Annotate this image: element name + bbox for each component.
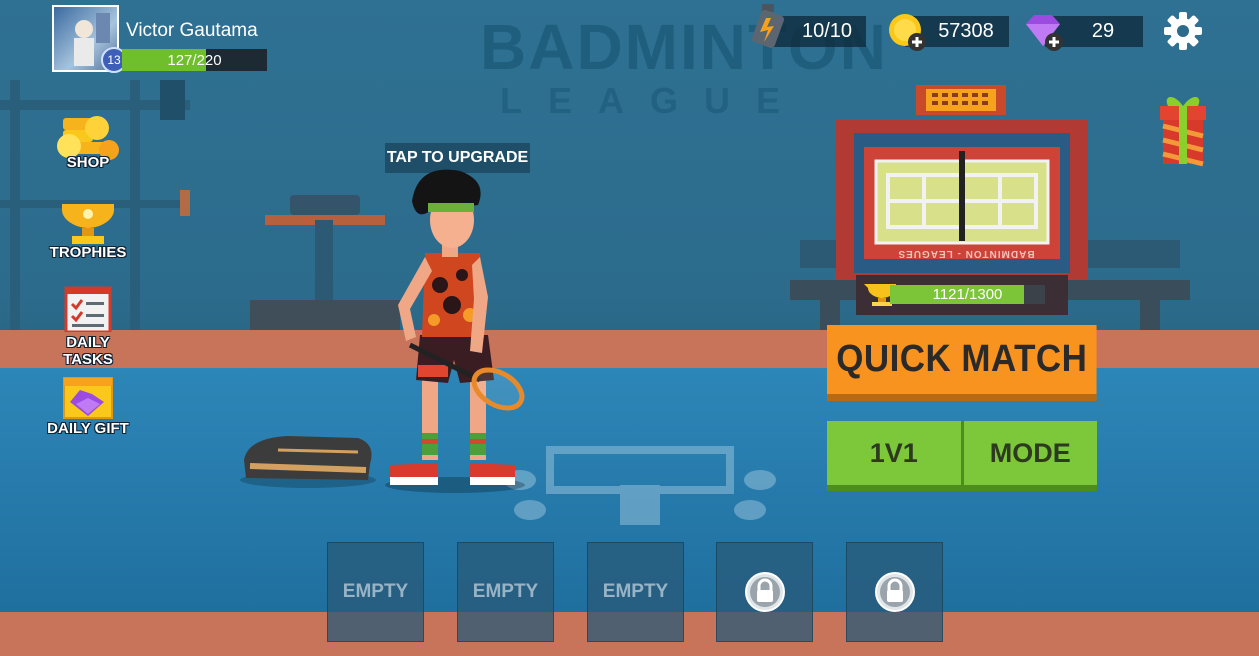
coin-add-icon[interactable] (888, 12, 928, 52)
racket-bag-icon (240, 436, 376, 488)
daily-gift-button[interactable]: DAILY GIFT (46, 372, 130, 437)
league-progress: 1121/1300 (862, 282, 1047, 306)
trophy-icon (62, 204, 114, 244)
item-slot-3[interactable]: EMPTY (587, 542, 684, 642)
settings-gear-icon[interactable] (1162, 10, 1204, 52)
item-slot-5-locked[interactable] (846, 542, 943, 642)
xp-bar: 127/220 (122, 49, 267, 71)
player-name: Victor Gautama (126, 20, 258, 41)
shop-button[interactable]: SHOP (46, 112, 130, 171)
shop-label: SHOP (66, 154, 110, 171)
calendar-gems-icon (63, 377, 113, 419)
daily-tasks-label: DAILY TASKS (63, 334, 113, 368)
trophies-label: TROPHIES (49, 244, 127, 261)
trophies-button[interactable]: TROPHIES (46, 198, 130, 261)
energy-drink-icon (752, 4, 784, 48)
item-slot-4-locked[interactable] (716, 542, 813, 642)
1v1-button[interactable]: 1V1 (827, 421, 961, 491)
slot-label: EMPTY (342, 581, 409, 602)
league-progress-text: 1121/1300 (932, 286, 1003, 303)
item-slot-1[interactable]: EMPTY (327, 542, 424, 642)
gem-value: 29 (1091, 20, 1115, 42)
slot-label: EMPTY (472, 581, 539, 602)
quick-match-button[interactable]: QUICK MATCH (827, 325, 1097, 401)
daily-tasks-button[interactable]: DAILY TASKS (46, 286, 130, 368)
lock-icon (874, 572, 915, 612)
player-character[interactable] (370, 165, 540, 495)
mode-button[interactable]: MODE (960, 421, 1097, 491)
daily-gift-label: DAILY GIFT (47, 420, 129, 437)
league-board-label: BADMINTON - LEAGUES (897, 248, 1035, 259)
gift-box-icon[interactable] (1158, 92, 1208, 170)
gem-add-icon[interactable] (1022, 12, 1066, 52)
background-subtitle: LEAGUE (500, 80, 807, 121)
coin-value: 57308 (938, 20, 994, 42)
slot-label: EMPTY (602, 581, 669, 602)
xp-text: 127/220 (167, 51, 222, 69)
energy-value: 10/10 (801, 20, 853, 42)
item-slot-2[interactable]: EMPTY (457, 542, 554, 642)
checklist-icon (64, 286, 112, 332)
mode-selector[interactable]: 1V1 MODE (827, 421, 1097, 491)
lock-icon (744, 572, 785, 612)
